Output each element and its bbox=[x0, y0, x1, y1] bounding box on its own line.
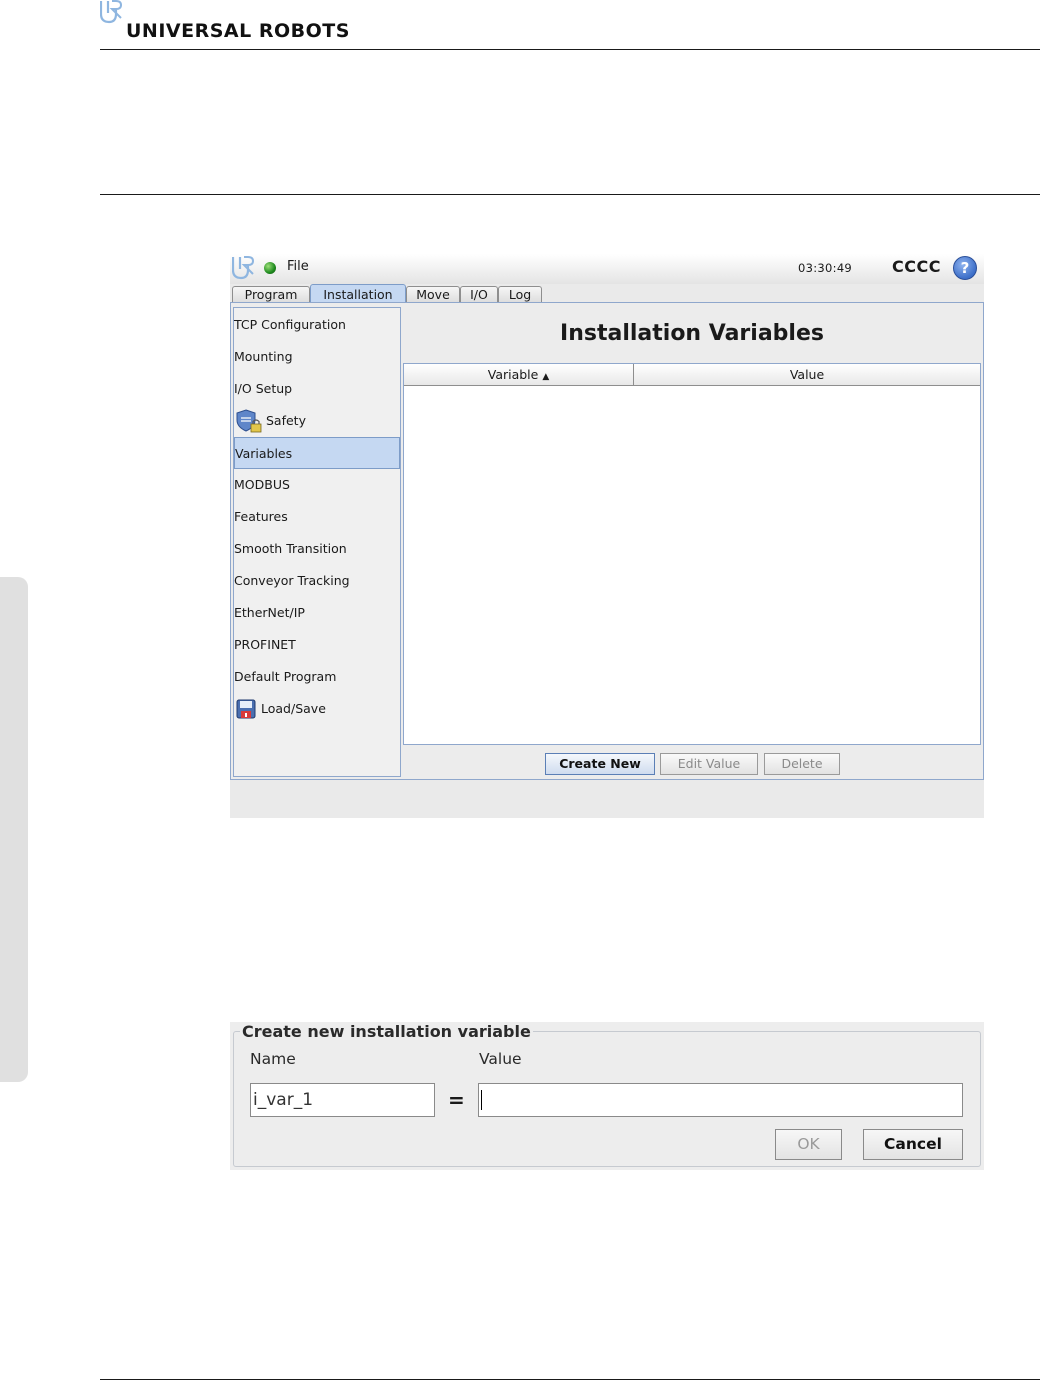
nav-label: EtherNet/IP bbox=[234, 605, 305, 620]
nav-ethernet-ip[interactable]: EtherNet/IP bbox=[234, 597, 400, 629]
nav-label: MODBUS bbox=[234, 477, 290, 492]
section-divider bbox=[100, 194, 1040, 195]
variables-table[interactable]: Variable ▲ Value bbox=[403, 363, 981, 745]
column-header-label: Variable bbox=[487, 367, 539, 382]
edit-value-button[interactable]: Edit Value bbox=[660, 753, 758, 775]
top-bar: File 03:30:49 CCCC ? bbox=[230, 254, 984, 284]
chapter-side-tab bbox=[0, 577, 28, 1082]
nav-conveyor-tracking[interactable]: Conveyor Tracking bbox=[234, 565, 400, 597]
tab-installation[interactable]: Installation bbox=[310, 284, 406, 304]
nav-tcp-configuration[interactable]: TCP Configuration bbox=[234, 309, 400, 341]
nav-label: Mounting bbox=[234, 349, 293, 364]
delete-button[interactable]: Delete bbox=[764, 753, 840, 775]
create-new-button[interactable]: Create New bbox=[545, 753, 655, 775]
nav-mounting[interactable]: Mounting bbox=[234, 341, 400, 373]
nav-features[interactable]: Features bbox=[234, 501, 400, 533]
column-header-value[interactable]: Value bbox=[634, 364, 980, 386]
variables-content: Installation Variables Variable ▲ Value … bbox=[403, 307, 981, 777]
nav-label: Load/Save bbox=[261, 701, 326, 716]
equals-sign: = bbox=[448, 1088, 465, 1112]
page-title: Installation Variables bbox=[560, 321, 824, 346]
nav-label: Smooth Transition bbox=[234, 541, 347, 556]
nav-label: I/O Setup bbox=[234, 381, 293, 396]
value-field[interactable] bbox=[478, 1083, 963, 1117]
safety-shield-lock-icon bbox=[236, 409, 262, 433]
name-label: Name bbox=[250, 1050, 296, 1068]
tab-move[interactable]: Move bbox=[406, 286, 460, 303]
name-field[interactable]: i_var_1 bbox=[250, 1083, 435, 1117]
dialog-title: Create new installation variable bbox=[240, 1022, 533, 1041]
brand-wordmark: UNIVERSAL ROBOTS bbox=[126, 20, 350, 42]
sort-ascending-icon: ▲ bbox=[542, 372, 550, 382]
nav-smooth-transition[interactable]: Smooth Transition bbox=[234, 533, 400, 565]
tab-program[interactable]: Program bbox=[232, 286, 310, 303]
robot-status-icon[interactable] bbox=[264, 262, 276, 274]
nav-label: PROFINET bbox=[234, 637, 296, 652]
help-icon[interactable]: ? bbox=[953, 256, 977, 280]
clock: 03:30:49 bbox=[798, 261, 853, 275]
ur-logo-icon bbox=[232, 256, 254, 280]
nav-label: TCP Configuration bbox=[234, 317, 346, 332]
column-header-variable[interactable]: Variable ▲ bbox=[404, 364, 634, 386]
nav-load-save[interactable]: Load/Save bbox=[234, 693, 400, 725]
tab-io[interactable]: I/O bbox=[460, 286, 498, 303]
nav-variables[interactable]: Variables bbox=[234, 437, 400, 469]
file-menu[interactable]: File bbox=[287, 259, 309, 274]
nav-safety[interactable]: Safety bbox=[234, 405, 400, 437]
create-variable-dialog: Create new installation variable Name Va… bbox=[230, 1022, 984, 1170]
nav-label: Features bbox=[234, 509, 288, 524]
tab-log[interactable]: Log bbox=[498, 286, 542, 303]
header-divider bbox=[100, 49, 1040, 50]
nav-default-program[interactable]: Default Program bbox=[234, 661, 400, 693]
nav-label: Safety bbox=[266, 413, 306, 428]
floppy-disk-icon bbox=[236, 699, 256, 719]
nav-profinet[interactable]: PROFINET bbox=[234, 629, 400, 661]
installation-panel: TCP Configuration Mounting I/O Setup Saf… bbox=[230, 302, 984, 780]
nav-label: Conveyor Tracking bbox=[234, 573, 350, 588]
universal-robots-logo-icon bbox=[100, 0, 122, 24]
main-tabs: Program Installation Move I/O Log bbox=[230, 284, 984, 304]
polyscope-screenshot: File 03:30:49 CCCC ? Program Installatio… bbox=[230, 254, 984, 818]
nav-label: Variables bbox=[235, 446, 293, 461]
installation-nav: TCP Configuration Mounting I/O Setup Saf… bbox=[233, 307, 401, 777]
nav-modbus[interactable]: MODBUS bbox=[234, 469, 400, 501]
cancel-button[interactable]: Cancel bbox=[863, 1129, 963, 1160]
nav-io-setup[interactable]: I/O Setup bbox=[234, 373, 400, 405]
text-cursor bbox=[481, 1090, 482, 1110]
value-label: Value bbox=[479, 1050, 522, 1068]
nav-label: Default Program bbox=[234, 669, 337, 684]
ok-button[interactable]: OK bbox=[775, 1129, 842, 1160]
robot-name: CCCC bbox=[892, 257, 941, 276]
